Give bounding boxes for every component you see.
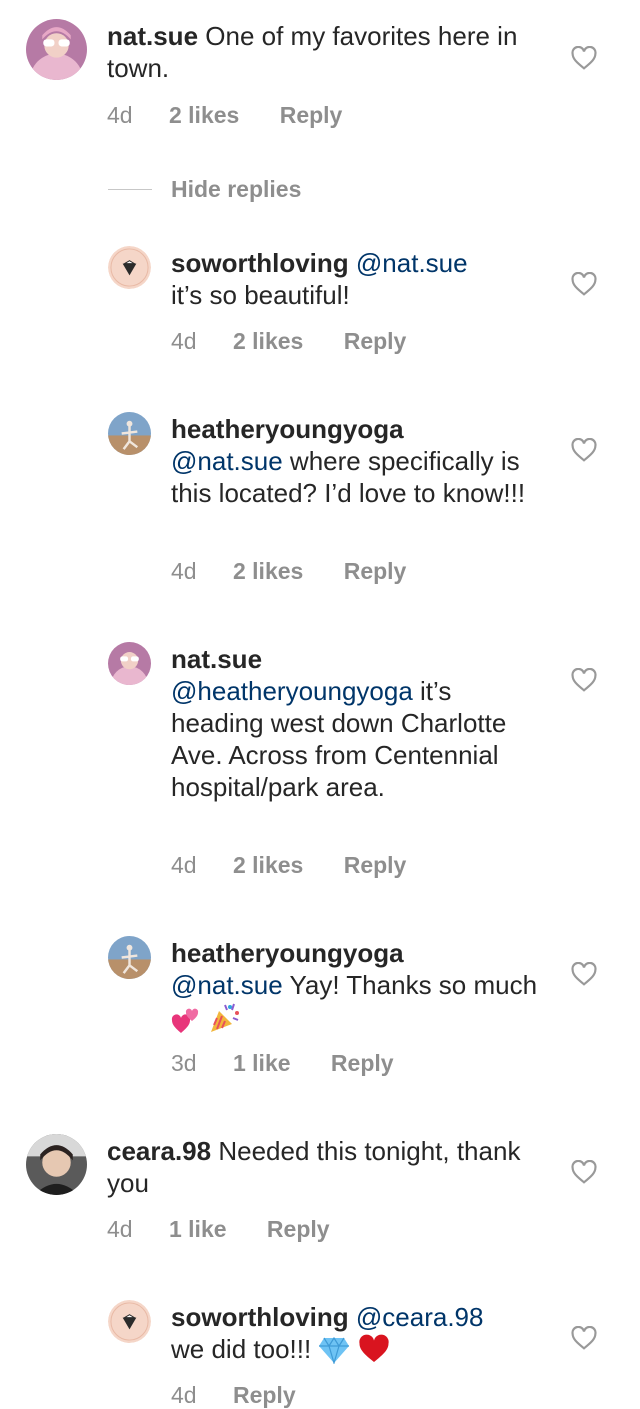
heart-outline-icon[interactable] <box>571 1326 597 1350</box>
mention-link[interactable]: @nat.sue <box>171 970 283 1000</box>
reply-username[interactable]: heatheryoungyoga <box>171 938 404 968</box>
reply-text: soworthloving @ceara.98 we did too!!! <box>171 1301 546 1371</box>
ceara-avatar[interactable] <box>26 1134 87 1195</box>
reply-button[interactable]: Reply <box>344 328 407 354</box>
likes-count[interactable]: 1 like <box>169 1216 227 1242</box>
mention-link[interactable]: @ceara.98 <box>356 1302 484 1332</box>
reply-text: heatheryoungyoga @nat.sue Yay! Thanks so… <box>171 937 546 1042</box>
reply-button[interactable]: Reply <box>344 558 407 584</box>
two-hearts-emoji <box>171 1007 201 1042</box>
reply-username[interactable]: soworthloving <box>171 1302 349 1332</box>
reply-time: 4d <box>171 558 197 584</box>
likes-count[interactable]: 1 like <box>233 1050 291 1076</box>
reply-body: it’s so beautiful! <box>171 280 350 310</box>
reply-button[interactable]: Reply <box>280 102 343 128</box>
mention-link[interactable]: @nat.sue <box>171 446 283 476</box>
soworthloving-avatar[interactable] <box>108 1300 151 1343</box>
likes-count[interactable]: 2 likes <box>233 558 303 584</box>
reply-meta: 4d 2 likes Reply <box>171 328 406 355</box>
red-heart-emoji <box>358 1334 390 1371</box>
likes-count[interactable]: 2 likes <box>233 328 303 354</box>
comment-meta: 4d 1 like Reply <box>107 1216 330 1243</box>
reply-meta: 4d Reply <box>171 1382 296 1409</box>
reply-username[interactable]: heatheryoungyoga <box>171 414 404 444</box>
heart-outline-icon[interactable] <box>571 272 597 296</box>
reply-username[interactable]: soworthloving <box>171 248 349 278</box>
divider-line <box>108 188 152 190</box>
reply-text: heatheryoungyoga @nat.sue where specific… <box>171 413 546 509</box>
reply-button[interactable]: Reply <box>267 1216 330 1242</box>
heart-outline-icon[interactable] <box>571 668 597 692</box>
reply-button[interactable]: Reply <box>344 852 407 878</box>
comment-text: nat.sue One of my favorites here in town… <box>107 20 547 84</box>
comment-meta: 4d 2 likes Reply <box>107 102 342 129</box>
reply-body: we did too!!! <box>171 1334 312 1364</box>
reply-time: 4d <box>171 852 197 878</box>
likes-count[interactable]: 2 likes <box>233 852 303 878</box>
heatheryoungyoga-avatar[interactable] <box>108 412 151 455</box>
soworthloving-avatar[interactable] <box>108 246 151 289</box>
reply-username[interactable]: nat.sue <box>171 644 262 674</box>
comment-time: 4d <box>107 1216 133 1242</box>
mention-link[interactable]: @nat.sue <box>356 248 468 278</box>
mention-link[interactable]: @heatheryoungyoga <box>171 676 413 706</box>
hide-replies-toggle[interactable]: Hide replies <box>108 176 301 202</box>
reply-button[interactable]: Reply <box>233 1382 296 1408</box>
heart-outline-icon[interactable] <box>571 1160 597 1184</box>
comment-username[interactable]: ceara.98 <box>107 1136 211 1166</box>
heart-outline-icon[interactable] <box>571 46 597 70</box>
party-popper-emoji <box>208 1001 242 1042</box>
reply-time: 4d <box>171 328 197 354</box>
heart-outline-icon[interactable] <box>571 962 597 986</box>
nat-sue-avatar[interactable] <box>26 19 87 80</box>
reply-meta: 4d 2 likes Reply <box>171 558 406 585</box>
reply-time: 4d <box>171 1382 197 1408</box>
hide-replies-label[interactable]: Hide replies <box>171 176 301 203</box>
likes-count[interactable]: 2 likes <box>169 102 239 128</box>
reply-text: nat.sue @heatheryoungyoga it’s heading w… <box>171 643 546 803</box>
reply-time: 3d <box>171 1050 197 1076</box>
comment-time: 4d <box>107 102 133 128</box>
comment-username[interactable]: nat.sue <box>107 21 198 51</box>
reply-meta: 3d 1 like Reply <box>171 1050 394 1077</box>
reply-meta: 4d 2 likes Reply <box>171 852 406 879</box>
nat-sue-avatar[interactable] <box>108 642 151 685</box>
comment-text: ceara.98 Needed this tonight, thank you <box>107 1135 547 1199</box>
reply-text: soworthloving @nat.sue it’s so beautiful… <box>171 247 546 311</box>
reply-button[interactable]: Reply <box>331 1050 394 1076</box>
heart-outline-icon[interactable] <box>571 438 597 462</box>
reply-body: Yay! Thanks so much <box>289 970 538 1000</box>
gem-emoji <box>318 1336 350 1371</box>
heatheryoungyoga-avatar[interactable] <box>108 936 151 979</box>
